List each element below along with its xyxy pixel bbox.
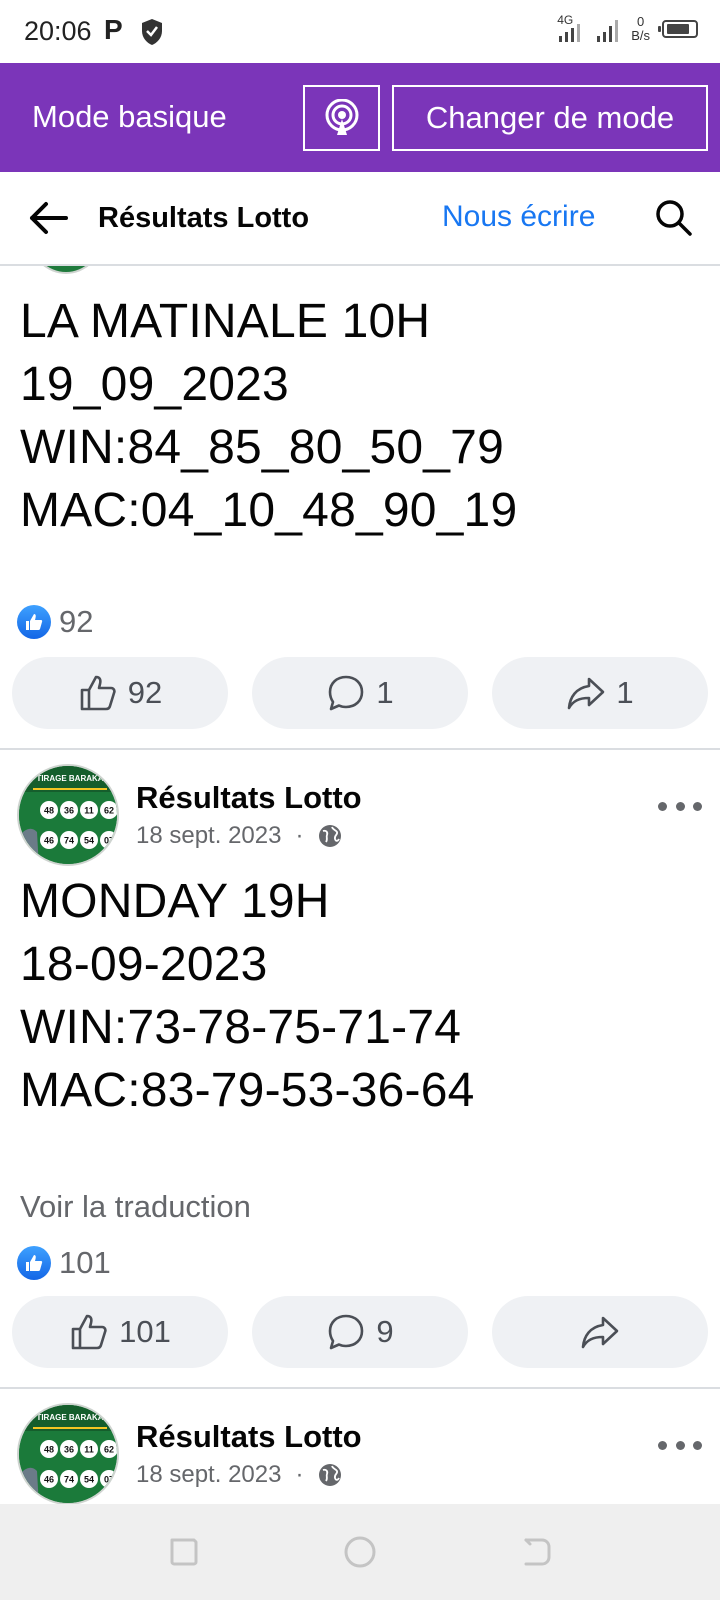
post-header: TIRAGE BARAKA 48 36 11 62 46 74 54 07 Ré… <box>0 1403 720 1504</box>
more-dots-icon <box>658 801 667 811</box>
signal-strength-icon <box>597 20 619 42</box>
contact-link[interactable]: Nous écrire <box>442 200 595 234</box>
broadcast-button[interactable] <box>303 85 380 151</box>
svg-text:46: 46 <box>44 1475 54 1485</box>
post-divider <box>0 748 720 750</box>
avatar[interactable] <box>30 266 102 274</box>
post-text: LA MATINALE 10H 19_09_2023 WIN:84_85_80_… <box>20 295 518 537</box>
avatar[interactable]: TIRAGE BARAKA 48 36 11 62 46 74 54 07 <box>17 764 119 866</box>
more-options-button[interactable] <box>658 1433 702 1457</box>
mode-bar: Mode basique Changer de mode <box>0 63 720 172</box>
svg-text:54: 54 <box>84 836 94 846</box>
status-bar: 20:06 P 4G 0 B/s <box>0 0 720 63</box>
feed[interactable]: LA MATINALE 10H 19_09_2023 WIN:84_85_80_… <box>0 266 720 1504</box>
more-dots-icon <box>658 1440 667 1450</box>
reaction-count: 101 <box>59 1245 111 1280</box>
svg-text:TIRAGE BARAKA: TIRAGE BARAKA <box>36 1413 103 1422</box>
reaction-summary[interactable]: 101 <box>17 1245 111 1281</box>
svg-text:62: 62 <box>104 806 114 816</box>
mobile-signal-icon: 4G <box>557 14 587 44</box>
post-meta: 18 sept. 2023 · <box>136 822 343 850</box>
post-divider <box>0 1387 720 1389</box>
svg-text:74: 74 <box>64 1475 74 1485</box>
status-time: 20:06 <box>24 16 92 46</box>
system-nav-bar <box>0 1504 720 1600</box>
arrow-left-icon[interactable] <box>26 196 70 240</box>
home-icon[interactable] <box>340 1532 380 1572</box>
more-options-button[interactable] <box>658 794 702 818</box>
recent-apps-icon[interactable] <box>164 1532 204 1572</box>
comment-button[interactable]: 9 <box>252 1296 468 1368</box>
battery-icon <box>658 20 698 38</box>
svg-text:36: 36 <box>64 806 74 816</box>
like-reaction-icon <box>17 1246 51 1280</box>
see-translation-link[interactable]: Voir la traduction <box>20 1189 251 1225</box>
page-title: Résultats Lotto <box>98 202 310 234</box>
like-button[interactable]: 101 <box>12 1296 228 1368</box>
page-header: Résultats Lotto Nous écrire <box>0 172 720 266</box>
svg-text:11: 11 <box>84 806 94 816</box>
post-author[interactable]: Résultats Lotto <box>136 780 362 816</box>
svg-text:62: 62 <box>104 1445 114 1455</box>
comment-icon <box>329 675 364 711</box>
globe-icon <box>319 825 342 847</box>
data-speed: 0 B/s <box>631 14 650 43</box>
svg-text:36: 36 <box>64 1445 74 1455</box>
svg-text:TIRAGE BARAKA: TIRAGE BARAKA <box>36 774 103 783</box>
share-icon <box>568 677 605 710</box>
avatar[interactable]: TIRAGE BARAKA 48 36 11 62 46 74 54 07 <box>17 1403 119 1504</box>
thumbs-up-icon <box>80 675 116 711</box>
post-header: TIRAGE BARAKA 48 36 11 62 46 74 54 07 Ré… <box>0 764 720 868</box>
svg-text:48: 48 <box>44 1445 54 1455</box>
post-date[interactable]: 18 sept. 2023 <box>136 822 281 850</box>
mode-title: Mode basique <box>32 99 227 134</box>
svg-text:74: 74 <box>64 836 74 846</box>
comment-icon <box>329 1314 364 1350</box>
meta-separator: · <box>295 822 304 849</box>
share-button[interactable] <box>492 1296 708 1368</box>
thumbs-up-icon <box>71 1314 107 1350</box>
like-reaction-icon <box>17 605 51 639</box>
shield-icon <box>142 19 162 45</box>
reaction-summary[interactable]: 92 <box>17 604 93 640</box>
status-indicators: 4G 0 B/s <box>557 14 698 44</box>
svg-text:11: 11 <box>84 1445 94 1455</box>
svg-text:07: 07 <box>104 836 114 846</box>
search-icon[interactable] <box>652 196 696 240</box>
comment-button[interactable]: 1 <box>252 657 468 729</box>
post-meta: 18 sept. 2023 · <box>136 1461 343 1489</box>
post-actions: 92 1 1 <box>12 657 708 729</box>
back-icon[interactable] <box>516 1532 556 1572</box>
svg-text:48: 48 <box>44 806 54 816</box>
like-button[interactable]: 92 <box>12 657 228 729</box>
share-icon <box>581 1316 619 1349</box>
svg-text:46: 46 <box>44 836 54 846</box>
meta-separator: · <box>295 1461 304 1488</box>
parking-notification-icon: P <box>104 14 123 45</box>
reaction-count: 92 <box>59 604 94 639</box>
post-author[interactable]: Résultats Lotto <box>136 1419 362 1455</box>
broadcast-icon <box>325 99 358 135</box>
post-date[interactable]: 18 sept. 2023 <box>136 1461 281 1489</box>
post-actions: 101 9 <box>12 1296 708 1368</box>
post-text: MONDAY 19H 18-09-2023 WIN:73-78-75-71-74… <box>20 875 475 1117</box>
change-mode-button[interactable]: Changer de mode <box>392 85 708 151</box>
svg-text:54: 54 <box>84 1475 94 1485</box>
share-button[interactable]: 1 <box>492 657 708 729</box>
svg-text:07: 07 <box>104 1475 114 1485</box>
globe-icon <box>319 1464 342 1486</box>
